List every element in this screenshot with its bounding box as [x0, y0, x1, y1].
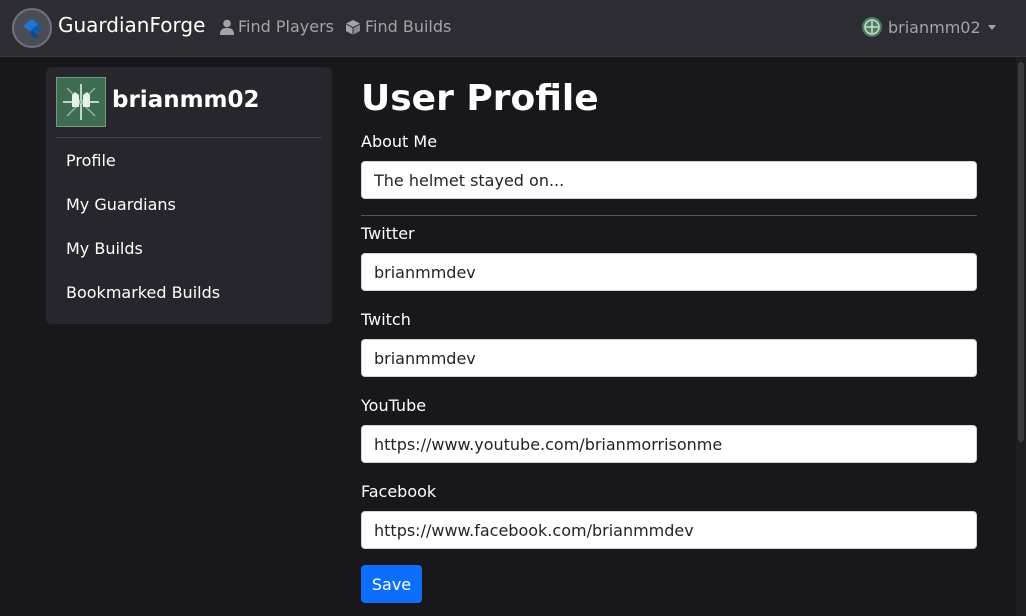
- sidebar-item-my-guardians[interactable]: My Guardians: [66, 195, 176, 214]
- sidebar-item-bookmarked-builds[interactable]: Bookmarked Builds: [66, 283, 220, 302]
- twitch-label: Twitch: [361, 310, 411, 329]
- page-title: User Profile: [361, 78, 599, 119]
- sidebar-item-my-builds[interactable]: My Builds: [66, 239, 143, 258]
- emblem-icon: [63, 84, 99, 120]
- sidebar-username: brianmm02: [112, 87, 260, 113]
- user-avatar: [56, 77, 106, 127]
- form-divider: [361, 215, 977, 216]
- top-navbar: GuardianForge Find Players Find Builds b…: [0, 0, 1026, 57]
- user-icon: [220, 19, 234, 35]
- about-me-label: About Me: [361, 132, 438, 151]
- profile-sidebar: brianmm02 Profile My Guardians My Builds…: [46, 67, 332, 324]
- sidebar-divider: [56, 137, 322, 138]
- scrollbar-thumb[interactable]: [1018, 62, 1024, 442]
- hammer-shield-icon: [23, 19, 42, 40]
- nav-find-players-label: Find Players: [238, 17, 334, 36]
- chevron-down-icon: [987, 24, 996, 30]
- emblem-icon: [864, 19, 880, 35]
- about-me-input[interactable]: [361, 161, 977, 199]
- user-menu-label: brianmm02: [888, 17, 981, 37]
- twitch-input[interactable]: [361, 339, 977, 377]
- facebook-label: Facebook: [361, 482, 437, 501]
- brand-name[interactable]: GuardianForge: [58, 13, 205, 37]
- nav-find-players[interactable]: Find Players: [220, 17, 334, 36]
- twitter-label: Twitter: [361, 224, 415, 243]
- nav-find-builds-label: Find Builds: [365, 17, 452, 36]
- user-avatar-small: [862, 17, 882, 37]
- sidebar-item-profile[interactable]: Profile: [66, 151, 116, 170]
- twitter-input[interactable]: [361, 253, 977, 291]
- youtube-input[interactable]: [361, 425, 977, 463]
- brand-logo-icon[interactable]: [12, 8, 52, 48]
- page-scrollbar[interactable]: [1016, 58, 1026, 616]
- save-button[interactable]: Save: [361, 565, 422, 603]
- youtube-label: YouTube: [361, 396, 427, 415]
- user-menu-dropdown[interactable]: brianmm02: [862, 17, 996, 37]
- cube-icon: [346, 19, 360, 34]
- nav-find-builds[interactable]: Find Builds: [345, 17, 451, 36]
- facebook-input[interactable]: [361, 511, 977, 549]
